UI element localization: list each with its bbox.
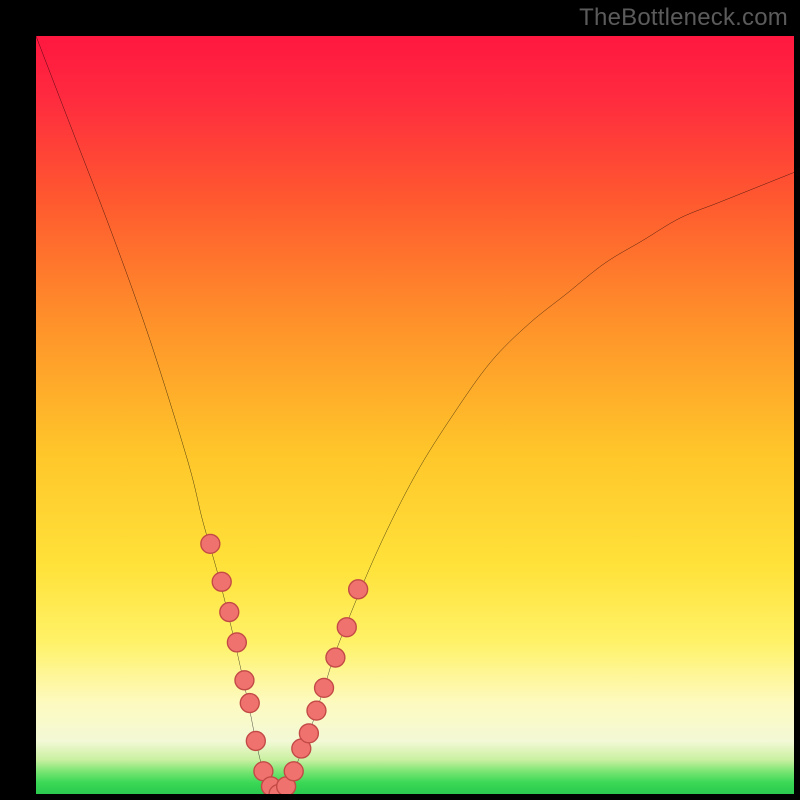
marker-dot xyxy=(326,648,345,667)
marker-dot xyxy=(212,572,231,591)
marker-dot xyxy=(315,678,334,697)
marker-dot xyxy=(307,701,326,720)
curve-markers xyxy=(201,534,368,794)
marker-dot xyxy=(240,694,259,713)
marker-dot xyxy=(284,762,303,781)
marker-dot xyxy=(220,603,239,622)
chart-svg xyxy=(36,36,794,794)
marker-dot xyxy=(337,618,356,637)
marker-dot xyxy=(227,633,246,652)
marker-dot xyxy=(235,671,254,690)
bottleneck-curve xyxy=(36,36,794,794)
marker-dot xyxy=(246,731,265,750)
marker-dot xyxy=(299,724,318,743)
marker-dot xyxy=(349,580,368,599)
watermark-text: TheBottleneck.com xyxy=(579,4,788,32)
stage: TheBottleneck.com xyxy=(0,0,800,800)
marker-dot xyxy=(201,534,220,553)
chart-panel xyxy=(36,36,794,794)
